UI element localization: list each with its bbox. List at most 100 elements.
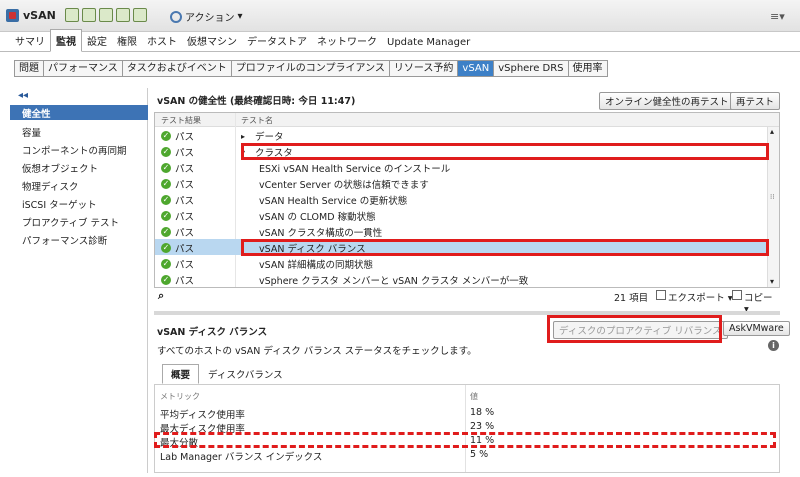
test-name: vSphere クラスタ メンバーと vSAN クラスタ メンバーが一致 [259, 276, 529, 287]
check-icon: ✓ [161, 195, 171, 205]
tab-overview[interactable]: 概要 [162, 364, 200, 384]
nav-item-proactive-tests[interactable]: プロアクティブ テスト [18, 214, 146, 229]
export-button[interactable]: エクスポート ▾ [656, 290, 733, 304]
subtab-tasks-events[interactable]: タスクおよびイベント [121, 60, 231, 77]
result-text: パス [175, 276, 195, 287]
new-vapp-icon[interactable] [116, 8, 130, 22]
result-text: パス [175, 196, 195, 207]
subtab-vsphere-drs[interactable]: vSphere DRS [493, 60, 568, 77]
tab-datastores[interactable]: データストア [242, 30, 312, 51]
nav-item-resync[interactable]: コンポーネントの再同期 [18, 142, 146, 157]
scroll-grip-icon[interactable]: ⁞⁞ [770, 193, 774, 201]
col-metric-header: メトリック [160, 392, 200, 401]
table-header: テスト結果 テスト名 [155, 113, 779, 127]
metric-value: 23 % [470, 421, 495, 432]
test-name: vSAN Health Service の更新状態 [259, 196, 408, 207]
table-row[interactable]: ✓ パス vSAN クラスタ構成の一貫性 [155, 223, 767, 239]
collapse-icon[interactable]: ◂◂ [18, 90, 28, 101]
table-row[interactable]: ✓ パス ▸ データ [155, 127, 767, 143]
subtab-utilization[interactable]: 使用率 [567, 60, 608, 77]
retest-button[interactable]: 再テスト [730, 92, 781, 110]
test-name: ESXi vSAN Health Service のインストール [259, 164, 451, 175]
nav-item-physical-disks[interactable]: 物理ディスク [18, 178, 146, 193]
metric-value: 18 % [470, 407, 495, 418]
check-icon: ✓ [161, 259, 171, 269]
health-table: テスト結果 テスト名 ✓ パス ▸ データ ✓ パス ▾ クラスタ ✓ パス ESXi v… [154, 112, 780, 288]
result-text: パス [175, 244, 195, 255]
table-row[interactable]: ✓ パス vSphere クラスタ メンバーと vSAN クラスタ メンバーが一致 [155, 271, 767, 287]
check-icon: ✓ [161, 211, 171, 221]
result-text: パス [175, 164, 195, 175]
metrics-table: メトリック 値 平均ディスク使用率 18 % 最大ディスク使用率 23 % 最大… [154, 384, 780, 473]
table-row[interactable]: ✓ パス vSAN の CLOMD 稼動状態 [155, 207, 767, 223]
test-name: vSAN の CLOMD 稼動状態 [259, 212, 376, 223]
actions-label: アクション [185, 13, 235, 24]
subtab-performance[interactable]: パフォーマンス [43, 60, 122, 77]
test-name: データ [255, 132, 284, 143]
check-icon: ✓ [161, 131, 171, 141]
result-text: パス [175, 180, 195, 191]
table-row[interactable]: ✓ パス vSAN Health Service の更新状態 [155, 191, 767, 207]
export-label: エクスポート ▾ [668, 293, 733, 304]
tab-hosts[interactable]: ホスト [142, 30, 182, 51]
nav-item-performance-diagnostics[interactable]: パフォーマンス診断 [18, 232, 146, 247]
test-name: vCenter Server の状態は信頼できます [259, 180, 429, 191]
metrics-header: メトリック 値 [155, 391, 779, 403]
menu-icon[interactable]: ≡▾ [770, 10, 785, 23]
online-retest-button[interactable]: オンライン健全性の再テスト [599, 92, 735, 110]
chevron-down-icon: ▾ [237, 11, 243, 22]
tab-configure[interactable]: 設定 [82, 30, 112, 51]
tab-monitor[interactable]: 監視 [50, 29, 82, 52]
tab-summary[interactable]: サマリ [10, 30, 50, 51]
tab-update-manager[interactable]: Update Manager [382, 34, 475, 51]
info-icon[interactable]: i [768, 340, 779, 351]
new-resource-pool-icon[interactable] [99, 8, 113, 22]
check-icon: ✓ [161, 227, 171, 237]
nav-item-health[interactable]: 健全性 [10, 105, 148, 120]
table-row[interactable]: ✓ パス ESXi vSAN Health Service のインストール [155, 159, 767, 175]
binoculars-icon[interactable]: ⌕ [158, 289, 164, 303]
add-host-icon[interactable] [65, 8, 79, 22]
subtab-vsan[interactable]: vSAN [457, 60, 494, 77]
section-title: vSAN ディスク バランス [157, 327, 268, 338]
scroll-down-icon[interactable]: ▾ [770, 277, 774, 286]
check-icon: ✓ [161, 243, 171, 253]
result-text: パス [175, 260, 195, 271]
subtab-issues[interactable]: 問題 [14, 60, 43, 77]
result-text: パス [175, 148, 195, 159]
result-text: パス [175, 228, 195, 239]
sub-tabs: 問題 パフォーマンス タスクおよびイベント プロファイルのコンプライアンス リソ… [14, 60, 608, 77]
new-vm-icon[interactable] [82, 8, 96, 22]
metric-row: Lab Manager バランス インデックス 5 % [155, 449, 779, 463]
health-header: vSAN の健全性 (最終確認日時: 今日 11:47) [157, 96, 356, 107]
highlight-disk-balance-row [241, 239, 769, 256]
col-value-header: 値 [470, 392, 478, 401]
refresh-icon[interactable] [133, 8, 147, 22]
cluster-icon [6, 9, 19, 22]
nav-item-virtual-objects[interactable]: 仮想オブジェクト [18, 160, 146, 175]
tab-disk-balance[interactable]: ディスクバランス [199, 364, 292, 384]
nav-item-iscsi[interactable]: iSCSI ターゲット [18, 196, 146, 211]
app-title-text: vSAN [23, 9, 56, 22]
nav-item-capacity[interactable]: 容量 [18, 124, 146, 139]
metric-row: 平均ディスク使用率 18 % [155, 407, 779, 421]
actions-menu[interactable]: アクション ▾ [170, 9, 243, 24]
check-icon: ✓ [161, 147, 171, 157]
content-tabs: 概要 ディスクバランス [162, 364, 292, 384]
toolbar-icons [65, 8, 150, 22]
askvmware-button[interactable]: AskVMware [723, 321, 790, 336]
subtab-profile-compliance[interactable]: プロファイルのコンプライアンス [230, 60, 389, 77]
tab-networks[interactable]: ネットワーク [312, 30, 382, 51]
scroll-up-icon[interactable]: ▴ [770, 127, 774, 136]
highlight-cluster-row [241, 143, 769, 160]
subtab-resource-reservation[interactable]: リソース予約 [388, 60, 458, 77]
expand-icon[interactable]: ▸ [241, 132, 255, 141]
export-icon [656, 290, 666, 300]
table-footer: ⌕ 21 項目 エクスポート ▾ コピー ▾ [154, 288, 780, 315]
tab-vms[interactable]: 仮想マシン [182, 30, 242, 51]
tab-permissions[interactable]: 権限 [112, 30, 142, 51]
col-result-header: テスト結果 [161, 116, 201, 125]
table-row[interactable]: ✓ パス vCenter Server の状態は信頼できます [155, 175, 767, 191]
table-row[interactable]: ✓ パス vSAN 詳細構成の同期状態 [155, 255, 767, 271]
item-count: 21 項目 [614, 293, 649, 304]
